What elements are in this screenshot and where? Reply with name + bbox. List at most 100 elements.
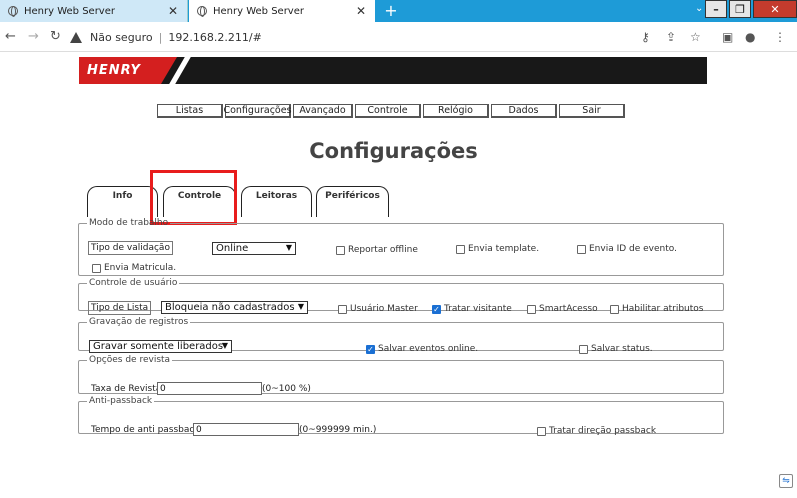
window-controls: – ❐ ✕ [703,0,797,18]
smartacesso-checkbox[interactable]: SmartAcesso [527,304,598,314]
forward-icon[interactable]: → [28,29,39,44]
opcoes-revista-group: Opções de revista Taxa de Revista 0 (0~1… [78,355,724,395]
chevron-down-icon: ▼ [221,341,228,350]
checkbox-label: Envia Matricula. [104,263,177,273]
security-label: Não seguro [90,30,153,44]
anti-passback-group: Anti-passback Tempo de anti passback 0 (… [78,396,724,436]
checkbox-label: Envia template. [468,244,540,254]
henry-logo: HENRY [87,63,141,78]
select-value: Online [216,243,249,254]
select-value: Gravar somente liberados [93,341,224,352]
menu-controle[interactable]: Controle [355,104,421,118]
group-legend: Controle de usuário [89,278,178,288]
menu-relogio[interactable]: Relógio [423,104,489,118]
tipo-lista-label: Tipo de Lista [88,301,152,315]
main-menu: Listas Configurações Avançado Controle R… [157,104,627,118]
checkbox-box-checked[interactable]: ✓ [366,344,375,354]
tipo-lista-select[interactable]: Bloqueia não cadastrados ▼ [161,301,308,314]
salvar-eventos-online-checkbox[interactable]: ✓ Salvar eventos online. [366,344,478,354]
side-panel-icon[interactable]: ▣ [722,30,733,44]
checkbox-label: Tratar visitante [444,304,512,314]
tab-title: Henry Web Server [213,5,304,17]
checkbox-label: SmartAcesso [539,304,598,314]
controle-tab-highlight [150,170,237,225]
menu-dados[interactable]: Dados [491,104,557,118]
group-legend: Opções de revista [89,355,171,365]
tipo-validacao-select[interactable]: Online ▼ [212,242,296,255]
tratar-visitante-checkbox[interactable]: ✓ Tratar visitante [432,304,512,314]
globe-icon [197,6,207,17]
checkbox-box[interactable] [537,426,546,436]
checkbox-box[interactable] [338,304,347,314]
reload-icon[interactable]: ↻ [50,29,61,44]
tab-perifericos[interactable]: Periféricos [316,186,389,217]
menu-avancado[interactable]: Avançado [293,104,353,118]
checkbox-label: Salvar eventos online. [378,344,479,354]
chevron-down-icon: ▼ [285,243,292,252]
url-text: 192.168.2.211/# [168,30,262,44]
browser-toolbar: ← → ↻ Não seguro | 192.168.2.211/# ⚷ ⇪ ☆… [0,22,797,52]
more-menu-icon[interactable]: ⋮ [774,30,786,44]
tipo-validacao-label: Tipo de validação [88,241,173,255]
envia-template-checkbox[interactable]: Envia template. [456,244,539,254]
back-icon[interactable]: ← [5,29,16,44]
chevron-down-icon: ▼ [297,302,304,311]
checkbox-label: Reportar offline [348,245,418,255]
modo-trabalho-group: Modo de trabalho Tipo de validação Onlin… [78,218,724,276]
window-close-icon[interactable]: ✕ [753,0,797,18]
checkbox-box[interactable] [527,304,536,314]
tab-title: Henry Web Server [24,5,115,17]
reportar-offline-checkbox[interactable]: Reportar offline [336,245,418,255]
taxa-revista-label: Taxa de Revista [91,384,162,394]
globe-icon [8,6,18,17]
extension-icon[interactable]: ⇋ [779,474,793,488]
share-icon[interactable]: ⇪ [666,30,676,44]
gravacao-select[interactable]: Gravar somente liberados ▼ [89,340,232,353]
browser-tab-1[interactable]: Henry Web Server ✕ [0,0,188,22]
checkbox-label: Usuário Master [350,304,418,314]
salvar-status-checkbox[interactable]: Salvar status. [579,344,653,354]
envia-matricula-checkbox[interactable]: Envia Matricula. [92,263,176,273]
menu-sair[interactable]: Sair [559,104,625,118]
checkbox-label: Salvar status. [591,344,653,354]
browser-tab-strip: Henry Web Server ✕ Henry Web Server ✕ + … [0,0,797,22]
checkbox-box[interactable] [456,244,465,254]
checkbox-box-checked[interactable]: ✓ [432,304,441,314]
controle-usuario-group: Controle de usuário Tipo de Lista Bloque… [78,278,724,315]
close-tab-icon[interactable]: ✕ [353,4,369,18]
menu-listas[interactable]: Listas [157,104,223,118]
henry-banner: HENRY [79,57,707,84]
checkbox-box[interactable] [577,244,586,254]
checkbox-label: Tratar direção passback [549,426,657,436]
checkbox-box[interactable] [92,263,101,273]
close-tab-icon[interactable]: ✕ [165,4,181,18]
habilitar-atributos-checkbox[interactable]: Habilitar atributos [610,304,704,314]
tratar-direcao-passback-checkbox[interactable]: Tratar direção passback [537,426,656,436]
tempo-anti-passback-label: Tempo de anti passback [91,425,200,435]
bookmark-star-icon[interactable]: ☆ [690,30,701,44]
tab-info[interactable]: Info [87,186,158,217]
group-legend: Anti-passback [89,396,153,406]
usuario-master-checkbox[interactable]: Usuário Master [338,304,418,314]
tab-leitoras[interactable]: Leitoras [241,186,312,217]
checkbox-box[interactable] [610,304,619,314]
menu-configuracoes[interactable]: Configurações [223,104,292,118]
browser-tab-2[interactable]: Henry Web Server ✕ [189,0,375,22]
checkbox-label: Envia ID de evento. [589,244,677,254]
restore-icon[interactable]: ❐ [729,0,751,18]
taxa-revista-hint: (0~100 %) [262,384,311,394]
key-icon[interactable]: ⚷ [641,30,650,44]
select-value: Bloqueia não cadastrados [165,302,295,313]
tempo-anti-passback-input[interactable]: 0 [193,423,299,436]
minimize-icon[interactable]: – [705,0,727,18]
checkbox-label: Habilitar atributos [622,304,704,314]
not-secure-warning-icon [70,31,82,43]
taxa-revista-input[interactable]: 0 [157,382,262,395]
address-bar[interactable]: Não seguro | 192.168.2.211/# [70,26,690,48]
envia-id-evento-checkbox[interactable]: Envia ID de evento. [577,244,677,254]
checkbox-box[interactable] [579,344,588,354]
checkbox-box[interactable] [336,245,345,255]
profile-avatar-icon[interactable]: ● [745,30,755,44]
new-tab-button[interactable]: + [383,1,399,20]
gravacao-registros-group: Gravação de registros Gravar somente lib… [78,317,724,354]
